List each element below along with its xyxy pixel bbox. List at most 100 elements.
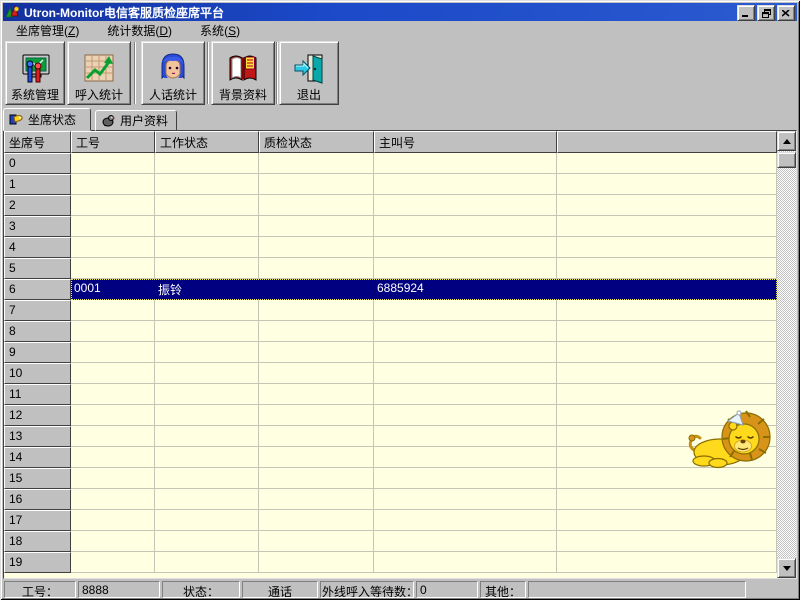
cell-work-status[interactable] <box>155 363 259 384</box>
table-row[interactable]: 9 <box>4 342 777 363</box>
cell-qc-status[interactable] <box>259 531 374 552</box>
cell-caller-number[interactable] <box>374 216 557 237</box>
row-header-seat-number[interactable]: 14 <box>4 447 71 468</box>
row-header-seat-number[interactable]: 8 <box>4 321 71 342</box>
cell-agent-id[interactable] <box>71 300 155 321</box>
cell-qc-status[interactable] <box>259 237 374 258</box>
cell-filler[interactable] <box>557 216 777 237</box>
cell-caller-number[interactable] <box>374 363 557 384</box>
cell-qc-status[interactable] <box>259 447 374 468</box>
cell-qc-status[interactable] <box>259 279 374 300</box>
cell-filler[interactable] <box>557 510 777 531</box>
table-row[interactable]: 17 <box>4 510 777 531</box>
cell-work-status[interactable] <box>155 405 259 426</box>
cell-agent-id[interactable] <box>71 384 155 405</box>
cell-work-status[interactable] <box>155 447 259 468</box>
cell-filler[interactable] <box>557 195 777 216</box>
table-row[interactable]: 10 <box>4 363 777 384</box>
row-header-seat-number[interactable]: 3 <box>4 216 71 237</box>
cell-work-status[interactable] <box>155 426 259 447</box>
close-button[interactable] <box>777 5 795 21</box>
cell-filler[interactable] <box>557 447 777 468</box>
cell-qc-status[interactable] <box>259 405 374 426</box>
table-row[interactable]: 2 <box>4 195 777 216</box>
cell-caller-number[interactable] <box>374 489 557 510</box>
cell-caller-number[interactable] <box>374 300 557 321</box>
background-info-button[interactable]: 背景资料 <box>211 41 275 105</box>
cell-filler[interactable] <box>557 279 777 300</box>
cell-agent-id[interactable] <box>71 174 155 195</box>
restore-button[interactable] <box>757 5 775 21</box>
cell-qc-status[interactable] <box>259 426 374 447</box>
cell-caller-number[interactable] <box>374 195 557 216</box>
cell-qc-status[interactable] <box>259 489 374 510</box>
table-row[interactable]: 1 <box>4 174 777 195</box>
cell-work-status[interactable] <box>155 258 259 279</box>
cell-filler[interactable] <box>557 552 777 573</box>
cell-agent-id[interactable] <box>71 468 155 489</box>
row-header-seat-number[interactable]: 6 <box>4 279 71 300</box>
tab-user-info[interactable]: 用户资料 <box>95 110 177 131</box>
table-row[interactable]: 19 <box>4 552 777 573</box>
cell-filler[interactable] <box>557 468 777 489</box>
cell-agent-id[interactable] <box>71 426 155 447</box>
cell-agent-id[interactable] <box>71 489 155 510</box>
cell-agent-id[interactable] <box>71 363 155 384</box>
cell-agent-id[interactable] <box>71 405 155 426</box>
cell-caller-number[interactable] <box>374 510 557 531</box>
row-header-seat-number[interactable]: 10 <box>4 363 71 384</box>
cell-work-status[interactable] <box>155 552 259 573</box>
cell-filler[interactable] <box>557 384 777 405</box>
cell-caller-number[interactable] <box>374 342 557 363</box>
cell-agent-id[interactable] <box>71 258 155 279</box>
table-row[interactable]: 14 <box>4 447 777 468</box>
cell-work-status[interactable]: 振铃 <box>155 279 259 300</box>
agent-speech-stats-button[interactable]: 人话统计 <box>141 41 205 105</box>
cell-qc-status[interactable] <box>259 300 374 321</box>
cell-caller-number[interactable] <box>374 384 557 405</box>
row-header-seat-number[interactable]: 11 <box>4 384 71 405</box>
row-header-seat-number[interactable]: 5 <box>4 258 71 279</box>
table-row[interactable]: 13 <box>4 426 777 447</box>
cell-qc-status[interactable] <box>259 363 374 384</box>
table-row[interactable]: 11 <box>4 384 777 405</box>
row-header-seat-number[interactable]: 13 <box>4 426 71 447</box>
cell-caller-number[interactable] <box>374 405 557 426</box>
cell-agent-id[interactable]: 0001 <box>71 279 155 300</box>
exit-button[interactable]: 退出 <box>279 41 339 105</box>
row-header-seat-number[interactable]: 2 <box>4 195 71 216</box>
cell-agent-id[interactable] <box>71 531 155 552</box>
cell-qc-status[interactable] <box>259 552 374 573</box>
cell-agent-id[interactable] <box>71 153 155 174</box>
cell-work-status[interactable] <box>155 510 259 531</box>
cell-qc-status[interactable] <box>259 153 374 174</box>
cell-caller-number[interactable]: 6885924 <box>374 279 557 300</box>
row-header-seat-number[interactable]: 12 <box>4 405 71 426</box>
row-header-seat-number[interactable]: 17 <box>4 510 71 531</box>
cell-caller-number[interactable] <box>374 468 557 489</box>
row-header-seat-number[interactable]: 7 <box>4 300 71 321</box>
cell-caller-number[interactable] <box>374 552 557 573</box>
cell-agent-id[interactable] <box>71 195 155 216</box>
cell-filler[interactable] <box>557 153 777 174</box>
cell-filler[interactable] <box>557 489 777 510</box>
table-row[interactable]: 0 <box>4 153 777 174</box>
table-row[interactable]: 7 <box>4 300 777 321</box>
row-header-seat-number[interactable]: 4 <box>4 237 71 258</box>
cell-work-status[interactable] <box>155 384 259 405</box>
cell-filler[interactable] <box>557 174 777 195</box>
cell-filler[interactable] <box>557 531 777 552</box>
cell-work-status[interactable] <box>155 531 259 552</box>
cell-agent-id[interactable] <box>71 510 155 531</box>
cell-work-status[interactable] <box>155 321 259 342</box>
table-row[interactable]: 8 <box>4 321 777 342</box>
cell-agent-id[interactable] <box>71 342 155 363</box>
cell-caller-number[interactable] <box>374 237 557 258</box>
cell-work-status[interactable] <box>155 237 259 258</box>
table-row[interactable]: 18 <box>4 531 777 552</box>
cell-qc-status[interactable] <box>259 510 374 531</box>
table-row[interactable]: 4 <box>4 237 777 258</box>
cell-caller-number[interactable] <box>374 447 557 468</box>
cell-agent-id[interactable] <box>71 321 155 342</box>
row-header-seat-number[interactable]: 19 <box>4 552 71 573</box>
